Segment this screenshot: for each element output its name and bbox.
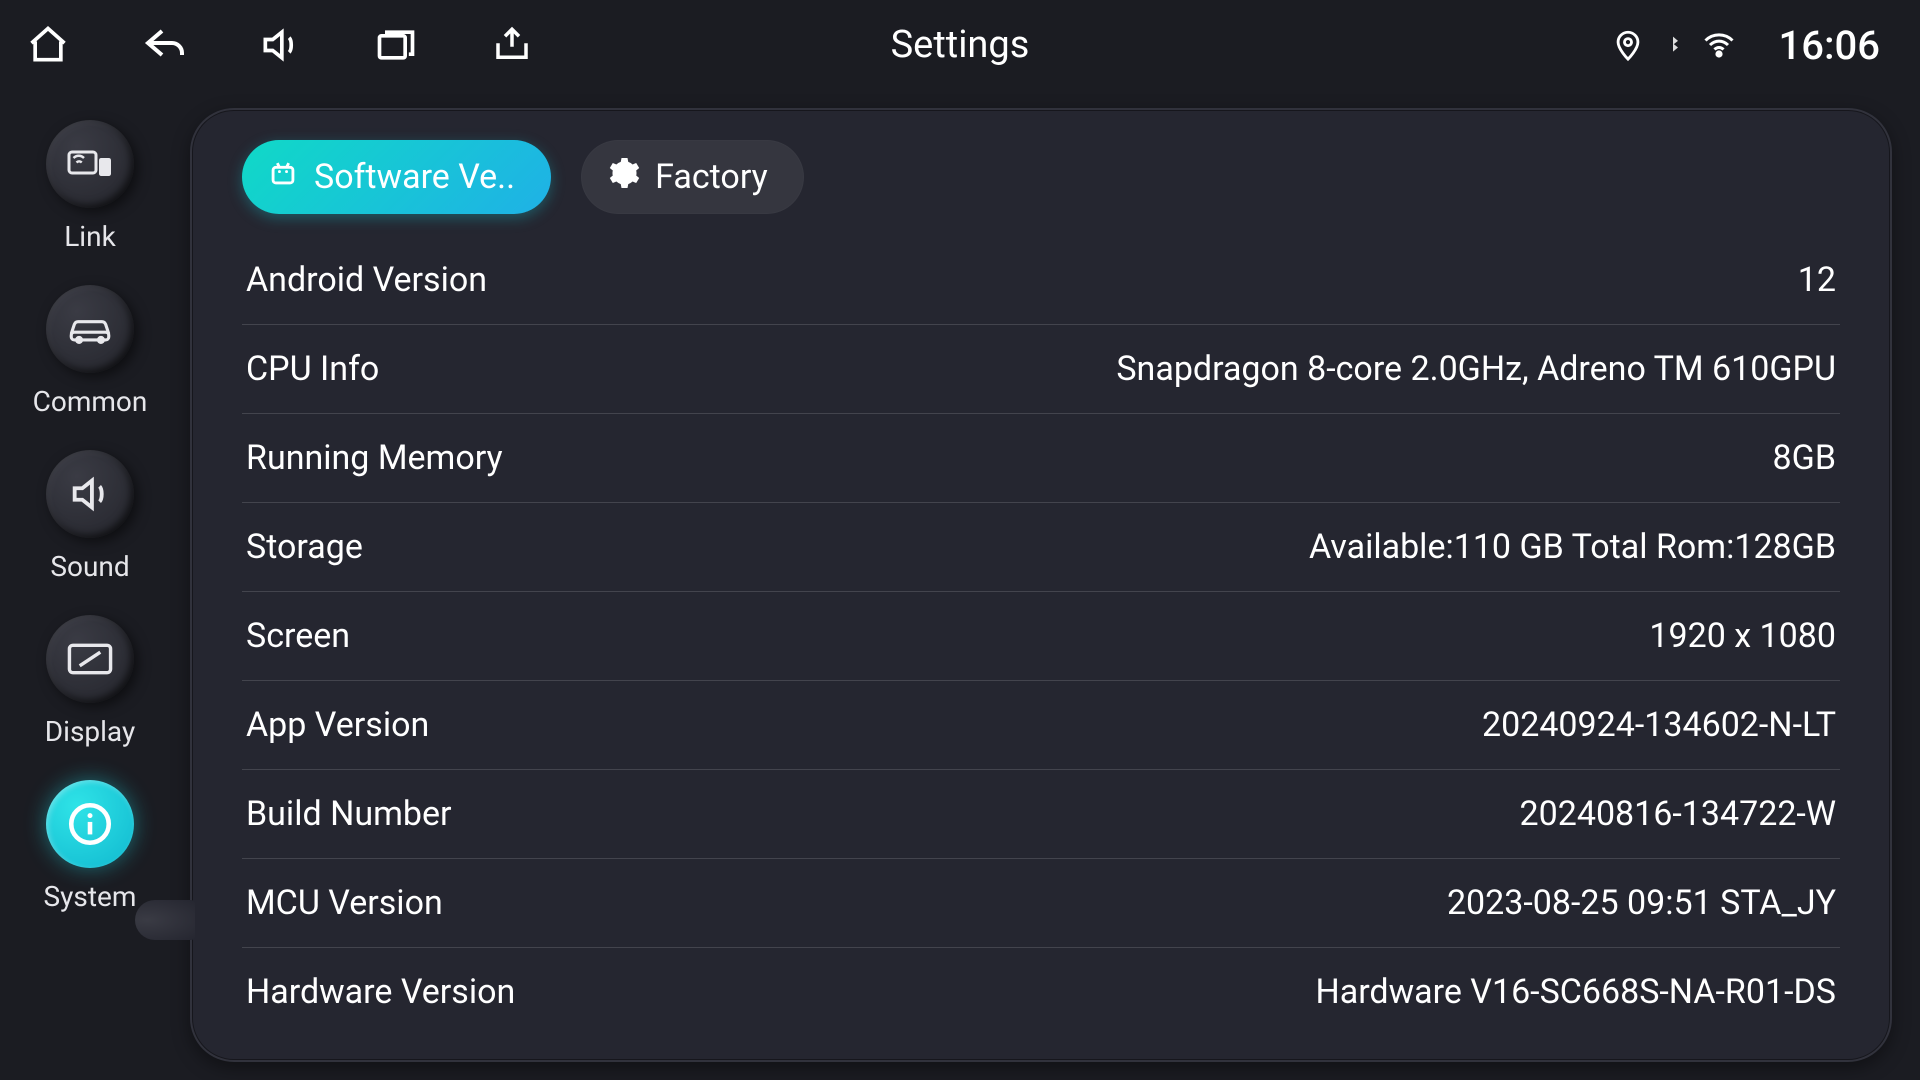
- row-value: 8GB: [1773, 438, 1836, 478]
- tabs: Software Ve.. Factory: [242, 140, 1840, 214]
- row-label: CPU Info: [246, 349, 379, 389]
- content-panel: Software Ve.. Factory Android Version 12…: [190, 108, 1892, 1062]
- sidebar-item-label: Display: [45, 715, 135, 748]
- car-icon: [46, 285, 134, 373]
- page-title: Settings: [891, 23, 1030, 67]
- info-row-running-memory[interactable]: Running Memory 8GB: [242, 414, 1840, 503]
- row-value: 20240816-134722-W: [1520, 794, 1836, 834]
- back-icon[interactable]: [136, 17, 192, 73]
- info-row-app-version[interactable]: App Version 20240924-134602-N-LT: [242, 681, 1840, 770]
- sidebar-item-system[interactable]: System: [44, 780, 137, 913]
- info-row-screen[interactable]: Screen 1920 x 1080: [242, 592, 1840, 681]
- row-label: MCU Version: [246, 883, 443, 923]
- row-value: Available:110 GB Total Rom:128GB: [1309, 527, 1836, 567]
- location-icon: [1611, 28, 1645, 62]
- row-label: Build Number: [246, 794, 452, 834]
- info-row-mcu-version[interactable]: MCU Version 2023-08-25 09:51 STA_JY: [242, 859, 1840, 948]
- sidebar-item-label: Sound: [50, 550, 129, 583]
- sidebar-item-sound[interactable]: Sound: [46, 450, 134, 583]
- wifi-icon: [1701, 27, 1737, 63]
- sidebar: Link Common Sound Display System: [0, 90, 180, 1080]
- topbar-left: [20, 17, 540, 73]
- row-label: Hardware Version: [246, 972, 515, 1012]
- row-value: Snapdragon 8-core 2.0GHz, Adreno TM 610G…: [1116, 349, 1836, 389]
- row-label: Running Memory: [246, 438, 503, 478]
- info-row-storage[interactable]: Storage Available:110 GB Total Rom:128GB: [242, 503, 1840, 592]
- row-value: 12: [1798, 260, 1836, 300]
- tab-label: Factory: [655, 157, 768, 197]
- sidebar-item-common[interactable]: Common: [33, 285, 148, 418]
- sidebar-item-label: System: [44, 880, 137, 913]
- sidebar-item-label: Common: [33, 385, 148, 418]
- tab-label: Software Ve..: [314, 157, 515, 197]
- gear-icon: [605, 155, 641, 200]
- top-bar: Settings 16:06: [0, 0, 1920, 90]
- sidebar-item-link[interactable]: Link: [46, 120, 134, 253]
- clock: 16:06: [1779, 22, 1880, 69]
- row-label: Screen: [246, 616, 350, 656]
- sidebar-neck: [135, 900, 195, 940]
- display-icon: [46, 615, 134, 703]
- bluetooth-icon: [1663, 31, 1683, 59]
- home-icon[interactable]: [20, 17, 76, 73]
- topbar-right: 16:06: [1611, 22, 1880, 69]
- row-value: Hardware V16-SC668S-NA-R01-DS: [1315, 972, 1836, 1012]
- info-icon: [46, 780, 134, 868]
- share-icon[interactable]: [484, 17, 540, 73]
- info-row-cpu-info[interactable]: CPU Info Snapdragon 8-core 2.0GHz, Adren…: [242, 325, 1840, 414]
- body: Link Common Sound Display System: [0, 90, 1920, 1080]
- row-label: App Version: [246, 705, 429, 745]
- info-row-hardware-version[interactable]: Hardware Version Hardware V16-SC668S-NA-…: [242, 948, 1840, 1036]
- tab-factory[interactable]: Factory: [581, 140, 804, 214]
- sidebar-item-label: Link: [64, 220, 116, 253]
- volume-icon[interactable]: [252, 17, 308, 73]
- link-icon: [46, 120, 134, 208]
- row-label: Storage: [246, 527, 363, 567]
- android-icon: [266, 156, 300, 199]
- info-row-build-number[interactable]: Build Number 20240816-134722-W: [242, 770, 1840, 859]
- info-row-android-version[interactable]: Android Version 12: [242, 236, 1840, 325]
- recents-icon[interactable]: [368, 17, 424, 73]
- speaker-icon: [46, 450, 134, 538]
- row-label: Android Version: [246, 260, 487, 300]
- sidebar-item-display[interactable]: Display: [45, 615, 135, 748]
- row-value: 1920 x 1080: [1649, 616, 1836, 656]
- tab-software-version[interactable]: Software Ve..: [242, 140, 551, 214]
- row-value: 20240924-134602-N-LT: [1482, 705, 1836, 745]
- row-value: 2023-08-25 09:51 STA_JY: [1447, 883, 1836, 923]
- info-list: Android Version 12 CPU Info Snapdragon 8…: [242, 236, 1840, 1040]
- panel-wrap: Software Ve.. Factory Android Version 12…: [180, 90, 1920, 1080]
